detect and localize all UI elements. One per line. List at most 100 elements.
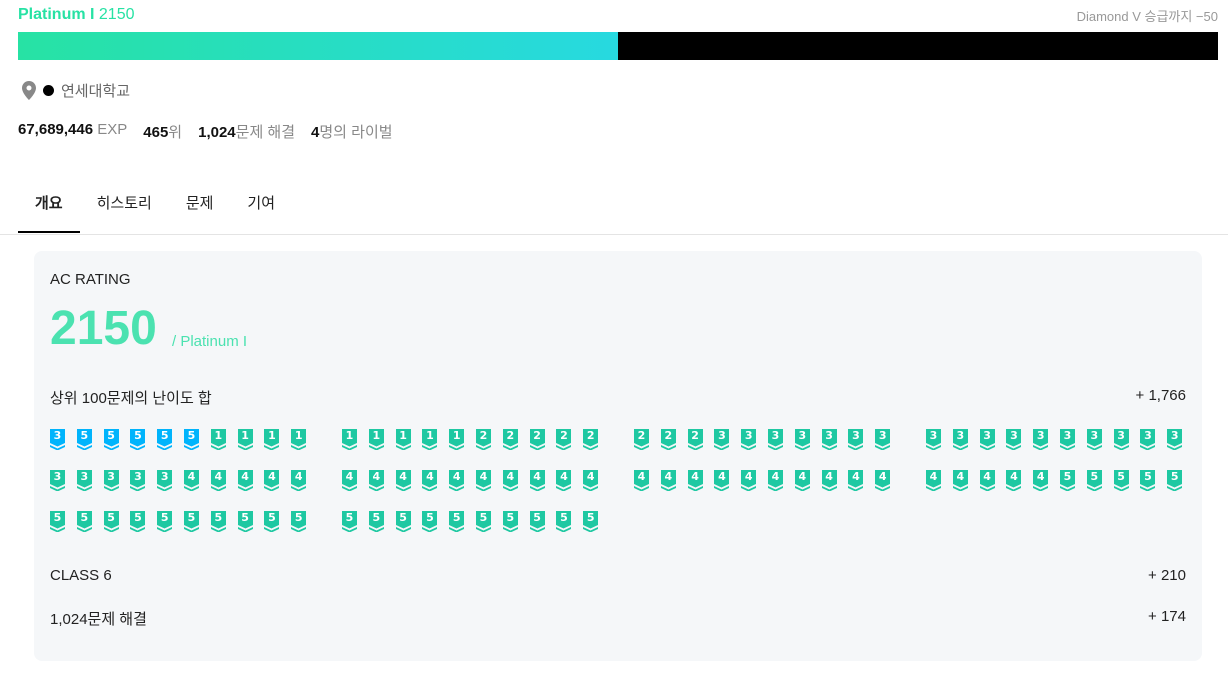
problem-tier-badge[interactable]: 3 — [50, 429, 65, 450]
problem-tier-badge[interactable]: 5 — [130, 511, 146, 532]
problem-tier-badge[interactable]: 4 — [821, 470, 837, 491]
problem-tier-badge[interactable]: 4 — [583, 470, 599, 491]
problem-tier-badge[interactable]: 5 — [1167, 470, 1183, 491]
tab-contribution[interactable]: 기여 — [230, 180, 292, 233]
problem-tier-badge[interactable]: 4 — [422, 470, 438, 491]
problem-tier-badge[interactable]: 1 — [368, 429, 384, 450]
problem-tier-badge[interactable]: 2 — [556, 429, 572, 450]
problem-tier-badge[interactable]: 5 — [210, 511, 226, 532]
problem-tier-badge[interactable]: 4 — [237, 470, 253, 491]
problem-tier-badge[interactable]: 3 — [768, 429, 783, 450]
tab-problems[interactable]: 문제 — [169, 180, 231, 233]
problem-tier-badge[interactable]: 3 — [1086, 429, 1102, 450]
problem-tier-badge[interactable]: 5 — [476, 511, 491, 532]
problem-tier-badge[interactable]: 5 — [368, 511, 384, 532]
problem-tier-badge[interactable]: 1 — [264, 429, 280, 450]
problem-tier-badge[interactable]: 5 — [1086, 470, 1102, 491]
problem-tier-badge[interactable]: 1 — [291, 429, 307, 450]
problem-tier-badge[interactable]: 3 — [821, 429, 837, 450]
rank-stat[interactable]: 465위 — [143, 121, 182, 142]
problem-tier-badge[interactable]: 5 — [157, 429, 173, 450]
problem-tier-badge[interactable]: 3 — [1060, 429, 1075, 450]
problem-tier-badge[interactable]: 4 — [395, 470, 411, 491]
tier-title[interactable]: Platinum I 2150 — [18, 6, 135, 24]
problem-tier-badge[interactable]: 1 — [395, 429, 411, 450]
problem-tier-badge[interactable]: 4 — [794, 470, 810, 491]
problem-tier-badge[interactable]: 2 — [583, 429, 599, 450]
problem-tier-badge[interactable]: 2 — [476, 429, 491, 450]
problem-tier-badge[interactable]: 5 — [103, 511, 119, 532]
problem-tier-badge[interactable]: 1 — [342, 429, 357, 450]
problem-tier-badge[interactable]: 3 — [794, 429, 810, 450]
problem-tier-badge[interactable]: 4 — [634, 470, 649, 491]
problem-tier-badge[interactable]: 4 — [184, 470, 199, 491]
problem-tier-badge[interactable]: 3 — [1113, 429, 1129, 450]
problem-tier-badge[interactable]: 1 — [449, 429, 465, 450]
problem-tier-badge[interactable]: 3 — [1167, 429, 1183, 450]
problem-tier-badge[interactable]: 4 — [342, 470, 357, 491]
problem-tier-badge[interactable]: 2 — [660, 429, 676, 450]
problem-tier-badge[interactable]: 4 — [556, 470, 572, 491]
problem-tier-badge[interactable]: 4 — [368, 470, 384, 491]
tab-overview[interactable]: 개요 — [18, 180, 80, 233]
problem-tier-badge[interactable]: 5 — [50, 511, 65, 532]
problem-tier-badge[interactable]: 3 — [1033, 429, 1049, 450]
problem-tier-badge[interactable]: 5 — [583, 511, 599, 532]
problem-tier-badge[interactable]: 5 — [157, 511, 173, 532]
problem-tier-badge[interactable]: 5 — [342, 511, 357, 532]
problem-tier-badge[interactable]: 2 — [502, 429, 518, 450]
problem-tier-badge[interactable]: 3 — [130, 470, 146, 491]
problem-tier-badge[interactable]: 5 — [449, 511, 465, 532]
problem-tier-badge[interactable]: 5 — [422, 511, 438, 532]
problem-tier-badge[interactable]: 5 — [184, 429, 199, 450]
problem-tier-badge[interactable]: 4 — [979, 470, 995, 491]
school-link[interactable]: 연세대학교 — [61, 80, 130, 101]
problem-tier-badge[interactable]: 5 — [184, 511, 199, 532]
problem-tier-badge[interactable]: 4 — [687, 470, 703, 491]
problem-tier-badge[interactable]: 1 — [210, 429, 226, 450]
problem-tier-badge[interactable]: 5 — [291, 511, 307, 532]
problem-tier-badge[interactable]: 4 — [875, 470, 891, 491]
problem-tier-badge[interactable]: 4 — [660, 470, 676, 491]
problem-tier-badge[interactable]: 3 — [714, 429, 730, 450]
solved-stat[interactable]: 1,024문제 해결 — [198, 121, 295, 142]
problem-tier-badge[interactable]: 2 — [634, 429, 649, 450]
problem-tier-badge[interactable]: 4 — [926, 470, 941, 491]
problem-tier-badge[interactable]: 3 — [848, 429, 864, 450]
problem-tier-badge[interactable]: 4 — [1033, 470, 1049, 491]
problem-tier-badge[interactable]: 2 — [687, 429, 703, 450]
problem-tier-badge[interactable]: 4 — [768, 470, 783, 491]
problem-tier-badge[interactable]: 4 — [476, 470, 491, 491]
problem-tier-badge[interactable]: 4 — [741, 470, 757, 491]
problem-tier-badge[interactable]: 5 — [1060, 470, 1075, 491]
problem-tier-badge[interactable]: 5 — [1140, 470, 1156, 491]
tab-history[interactable]: 히스토리 — [80, 180, 169, 233]
problem-tier-badge[interactable]: 5 — [395, 511, 411, 532]
problem-tier-badge[interactable]: 3 — [1006, 429, 1022, 450]
problem-tier-badge[interactable]: 3 — [76, 470, 92, 491]
problem-tier-badge[interactable]: 5 — [1113, 470, 1129, 491]
problem-tier-badge[interactable]: 5 — [76, 511, 92, 532]
problem-tier-badge[interactable]: 4 — [210, 470, 226, 491]
problem-tier-badge[interactable]: 4 — [264, 470, 280, 491]
problem-tier-badge[interactable]: 5 — [130, 429, 146, 450]
problem-tier-badge[interactable]: 3 — [1140, 429, 1156, 450]
problem-tier-badge[interactable]: 5 — [502, 511, 518, 532]
problem-tier-badge[interactable]: 5 — [529, 511, 545, 532]
problem-tier-badge[interactable]: 5 — [76, 429, 92, 450]
problem-tier-badge[interactable]: 4 — [1006, 470, 1022, 491]
problem-tier-badge[interactable]: 4 — [714, 470, 730, 491]
problem-tier-badge[interactable]: 4 — [449, 470, 465, 491]
problem-tier-badge[interactable]: 3 — [50, 470, 65, 491]
problem-tier-badge[interactable]: 2 — [529, 429, 545, 450]
problem-tier-badge[interactable]: 4 — [291, 470, 307, 491]
problem-tier-badge[interactable]: 3 — [103, 470, 119, 491]
problem-tier-badge[interactable]: 1 — [422, 429, 438, 450]
problem-tier-badge[interactable]: 4 — [502, 470, 518, 491]
problem-tier-badge[interactable]: 5 — [237, 511, 253, 532]
problem-tier-badge[interactable]: 4 — [952, 470, 968, 491]
problem-tier-badge[interactable]: 3 — [926, 429, 941, 450]
problem-tier-badge[interactable]: 4 — [848, 470, 864, 491]
problem-tier-badge[interactable]: 5 — [103, 429, 119, 450]
problem-tier-badge[interactable]: 3 — [979, 429, 995, 450]
